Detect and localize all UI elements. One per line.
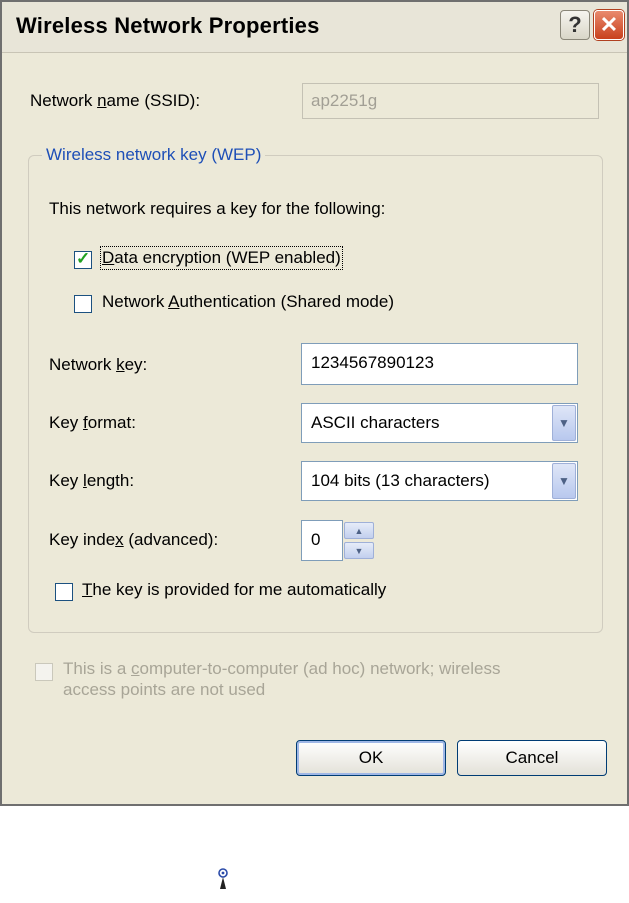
chevron-down-icon[interactable]: ▼ [552, 405, 576, 441]
key-length-label: Key length: [49, 471, 135, 490]
key-format-value: ASCII characters [311, 413, 440, 432]
spin-up-icon[interactable]: ▲ [344, 522, 374, 539]
key-format-select[interactable]: ASCII characters ▼ [301, 403, 578, 443]
cancel-button[interactable]: Cancel [457, 740, 607, 776]
close-icon: ✕ [599, 12, 619, 37]
wep-groupbox [28, 155, 603, 633]
key-length-select[interactable]: 104 bits (13 characters) ▼ [301, 461, 578, 501]
key-index-label: Key index (advanced): [49, 530, 219, 549]
close-button[interactable]: ✕ [594, 10, 624, 40]
wireless-network-properties-dialog: Wireless Network Properties ? ✕ Network … [0, 0, 629, 806]
network-key-input[interactable]: 1234567890123 [301, 343, 578, 385]
spin-down-icon[interactable]: ▼ [344, 542, 374, 559]
adhoc-network-checkbox [35, 663, 53, 681]
data-encryption-label[interactable]: Data encryption (WEP enabled) [100, 246, 343, 270]
title-bar[interactable]: Wireless Network Properties ? ✕ [2, 2, 627, 53]
key-length-value: 104 bits (13 characters) [311, 471, 490, 490]
chevron-down-icon[interactable]: ▼ [552, 463, 576, 499]
help-button[interactable]: ? [560, 10, 590, 40]
network-key-value: 1234567890123 [311, 353, 434, 372]
key-index-spinner[interactable]: ▲ ▼ [344, 522, 374, 559]
auto-key-label[interactable]: The key is provided for me automatically [82, 580, 386, 600]
help-icon: ? [568, 12, 582, 37]
network-authentication-checkbox[interactable] [74, 295, 92, 313]
cancel-button-label: Cancel [505, 748, 559, 767]
wep-intro-text: This network requires a key for the foll… [49, 199, 386, 218]
key-format-label: Key format: [49, 413, 136, 432]
adhoc-network-label: This is a computer-to-computer (ad hoc) … [63, 659, 501, 699]
network-authentication-label[interactable]: Network Authentication (Shared mode) [102, 292, 394, 312]
network-name-label: Network name (SSID): [30, 91, 201, 110]
auto-key-checkbox[interactable] [55, 583, 73, 601]
wep-group-title: Wireless network key (WEP) [42, 145, 266, 165]
window-title: Wireless Network Properties [16, 13, 320, 38]
network-name-field: ap2251g [302, 83, 599, 119]
key-index-input[interactable]: 0 [301, 520, 343, 561]
network-key-label: Network key: [49, 355, 148, 374]
key-index-value: 0 [311, 530, 321, 549]
ok-button-label: OK [358, 748, 384, 767]
ok-button[interactable]: OK [296, 740, 446, 776]
data-encryption-checkbox[interactable] [74, 249, 92, 269]
network-name-value: ap2251g [311, 91, 378, 110]
wireless-antenna-icon [218, 868, 228, 889]
